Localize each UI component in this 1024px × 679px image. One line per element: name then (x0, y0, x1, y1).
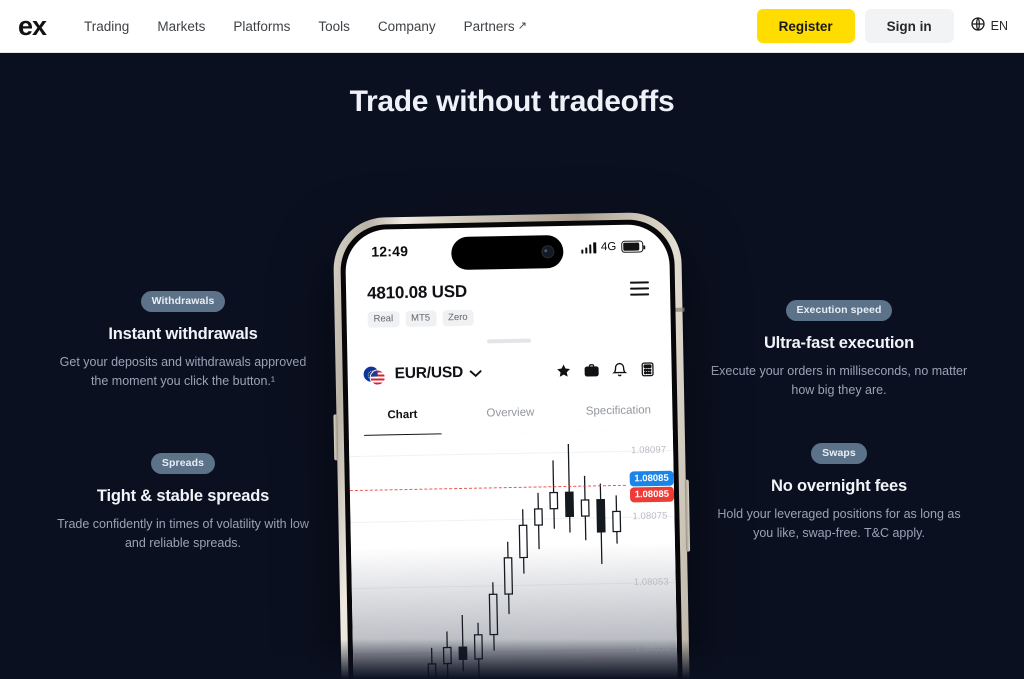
account-tag: MT5 (404, 310, 437, 327)
account-row: 4810.08 USD (366, 278, 650, 303)
signal-bars-icon (580, 241, 597, 254)
calculator-icon[interactable] (639, 361, 655, 377)
instrument-name[interactable]: EUR/USD (394, 364, 463, 383)
candlestick-series (369, 443, 622, 679)
tab-chart[interactable]: Chart (348, 394, 457, 436)
price-chart[interactable]: 1.08097 1.08075 1.08053 1.08030 1.08085 … (348, 429, 680, 679)
drag-handle[interactable] (487, 338, 532, 344)
dynamic-island (451, 234, 564, 271)
header-actions: Register Sign in EN (756, 9, 1008, 43)
phone-bezel: 12:49 4G 4810.08 USD Real MT5 Zero EUR/U… (339, 218, 685, 679)
nav-item-label: Company (377, 18, 436, 34)
eur-usd-flag-icon (363, 366, 387, 385)
nav-item-company[interactable]: Company (378, 19, 436, 34)
hero-section: Trade without tradeoffs Withdrawals Inst… (0, 53, 1024, 679)
status-indicators: 4G (580, 240, 644, 254)
feature-title: Instant withdrawals (108, 325, 258, 343)
feature-title: Tight & stable spreads (96, 487, 270, 505)
feature-badge: Withdrawals (140, 291, 226, 312)
front-camera-icon (541, 245, 555, 259)
account-tag: Real (367, 311, 400, 328)
nav-item-platforms[interactable]: Platforms (233, 19, 290, 34)
phone-screen: 12:49 4G 4810.08 USD Real MT5 Zero EUR/U… (344, 223, 680, 679)
account-tags: Real MT5 Zero (367, 306, 649, 328)
feature-block-execution-speed: Execution speed Ultra-fast execution Exe… (709, 300, 969, 400)
network-label: 4G (600, 240, 617, 254)
star-icon[interactable] (555, 363, 571, 379)
account-tag: Zero (441, 309, 474, 326)
feature-title: No overnight fees (771, 477, 907, 495)
language-label: EN (990, 19, 1008, 33)
signin-button[interactable]: Sign in (864, 9, 954, 43)
feature-description: Trade confidently in times of volatility… (57, 517, 309, 550)
phone-frame: 12:49 4G 4810.08 USD Real MT5 Zero EUR/U… (332, 211, 692, 679)
feature-badge: Swaps (811, 443, 867, 464)
nav-item-label: Markets (157, 18, 206, 34)
globe-icon (970, 16, 986, 37)
feature-title: Ultra-fast execution (763, 334, 915, 352)
instrument-actions (555, 361, 655, 379)
feature-block-withdrawals: Withdrawals Instant withdrawals Get your… (53, 291, 313, 391)
site-header: ex Trading Markets Platforms Tools Company Pa… (0, 0, 1024, 53)
ask-price-badge: 1.08085 (629, 486, 675, 502)
bell-icon[interactable] (611, 362, 628, 378)
nav-item-partners[interactable]: Partners ↗ (464, 19, 527, 34)
register-button[interactable]: Register (756, 9, 855, 43)
language-switcher[interactable]: EN (964, 16, 1008, 37)
main-navigation: Trading Markets Platforms Tools Company Partn… (84, 19, 527, 34)
brand-logo[interactable]: ex (18, 12, 47, 40)
feature-badge: Execution speed (785, 300, 893, 321)
antenna-line (674, 307, 685, 312)
status-time: 12:49 (371, 242, 409, 260)
chevron-down-icon[interactable] (470, 367, 482, 381)
battery-icon (621, 240, 644, 253)
nav-item-label: Platforms (233, 18, 291, 34)
nav-item-tools[interactable]: Tools (318, 19, 350, 34)
tab-specification[interactable]: Specification (564, 390, 673, 432)
power-button (684, 479, 691, 552)
price-axis-label: 1.08053 (633, 576, 669, 589)
price-axis-label: 1.08075 (632, 510, 668, 523)
feature-block-swaps: Swaps No overnight fees Hold your levera… (709, 443, 969, 543)
account-card: 4810.08 USD Real MT5 Zero (352, 268, 664, 339)
briefcase-icon[interactable] (583, 362, 599, 378)
bid-price-badge: 1.08085 (629, 470, 674, 486)
feature-block-spreads: Spreads Tight & stable spreads Trade con… (53, 453, 313, 553)
external-link-icon: ↗ (517, 19, 527, 32)
feature-badge: Spreads (150, 453, 216, 474)
volume-button (333, 414, 339, 461)
instrument-header: EUR/USD (347, 348, 672, 396)
nav-item-label: Partners (463, 18, 515, 34)
feature-description: Execute your orders in milliseconds, no … (710, 364, 968, 397)
feature-description: Get your deposits and withdrawals approv… (59, 355, 307, 388)
nav-item-markets[interactable]: Markets (157, 19, 205, 34)
price-axis-label: 1.08030 (634, 642, 671, 655)
tab-overview[interactable]: Overview (456, 392, 565, 434)
price-axis-label: 1.08097 (631, 444, 667, 457)
nav-item-label: Tools (318, 18, 350, 34)
landing-page: ex Trading Markets Platforms Tools Company Pa… (0, 0, 1024, 679)
nav-item-trading[interactable]: Trading (84, 19, 129, 34)
feature-description: Hold your leveraged positions for as lon… (717, 507, 961, 540)
page-title: Trade without tradeoffs (349, 85, 675, 118)
nav-item-label: Trading (84, 18, 130, 34)
account-balance: 4810.08 USD (366, 281, 468, 303)
phone-mockup: 12:49 4G 4810.08 USD Real MT5 Zero EUR/U… (330, 163, 695, 679)
hamburger-menu-icon[interactable] (629, 281, 650, 296)
